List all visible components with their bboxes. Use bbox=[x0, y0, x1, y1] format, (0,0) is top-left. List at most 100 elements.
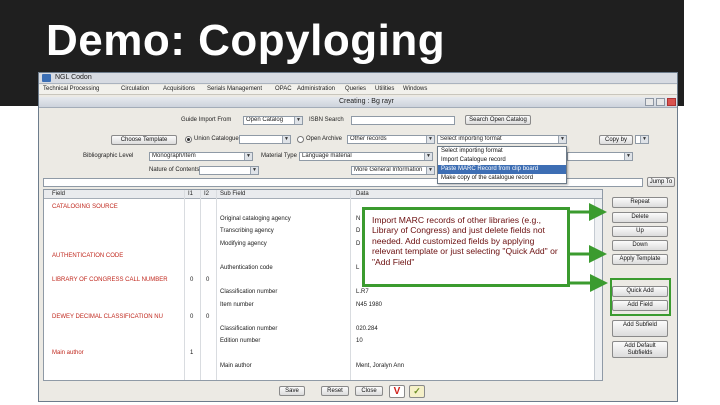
cell-data: N bbox=[356, 216, 361, 223]
header-field[interactable]: Field bbox=[52, 191, 65, 197]
menu-serials-management[interactable]: Serials Management bbox=[207, 86, 262, 92]
isbn-search-input[interactable] bbox=[351, 116, 455, 125]
bibliographic-level-label: Bibliographic Level bbox=[83, 153, 134, 159]
apply-template-button[interactable]: Apply Template bbox=[612, 254, 668, 265]
application-window: NGL Codon Technical Processing Circulati… bbox=[38, 72, 678, 402]
header-subfield[interactable]: Sub Field bbox=[220, 191, 245, 197]
chevron-down-icon: ▼ bbox=[426, 167, 434, 174]
bibliographic-level-select[interactable]: Monograph/Item ▼ bbox=[149, 152, 253, 161]
grid-header: Field I1 I2 Sub Field Data bbox=[44, 190, 602, 199]
chevron-down-icon: ▼ bbox=[294, 117, 302, 124]
table-row[interactable]: Edition number 10 bbox=[44, 336, 594, 348]
import-option-select-format[interactable]: Select importing format bbox=[438, 147, 566, 156]
checkmark-icon[interactable]: ✓ bbox=[409, 385, 425, 398]
bottom-toolbar: Save Reset Close V ✓ bbox=[39, 382, 677, 401]
copy-by-select[interactable]: ▼ bbox=[635, 135, 649, 144]
menu-technical-processing[interactable]: Technical Processing bbox=[43, 86, 99, 92]
general-information-select[interactable]: More General Information ▼ bbox=[351, 166, 435, 175]
cell-data: L bbox=[356, 265, 360, 271]
close-window-button[interactable] bbox=[667, 98, 676, 106]
table-row[interactable]: Classification number L.R7 bbox=[44, 287, 594, 299]
extra-select[interactable]: ▼ bbox=[567, 152, 633, 161]
down-button[interactable]: Down bbox=[612, 240, 668, 251]
inner-window-title: Creating : Bg rayr bbox=[339, 98, 394, 105]
validate-icon[interactable]: V bbox=[389, 385, 405, 398]
menu-utilities[interactable]: Utilities bbox=[375, 86, 394, 92]
cell-subfield: Authentication code bbox=[220, 265, 273, 271]
window-title: NGL Codon bbox=[55, 74, 92, 81]
cell-subfield: Item number bbox=[220, 301, 254, 308]
close-button[interactable]: Close bbox=[355, 386, 383, 396]
cell-i1: 0 bbox=[190, 277, 194, 284]
table-row[interactable]: Main author 1 bbox=[44, 348, 594, 360]
header-i2[interactable]: I2 bbox=[204, 191, 209, 197]
guide-import-select[interactable]: Open Catalog ▼ bbox=[243, 116, 303, 125]
table-row[interactable]: DEWEY DECIMAL CLASSIFICATION NU 0 0 bbox=[44, 312, 594, 324]
copy-by-button[interactable]: Copy by bbox=[599, 135, 633, 145]
header-i1[interactable]: I1 bbox=[188, 191, 193, 197]
cell-field: Main author bbox=[52, 350, 84, 357]
chevron-down-icon: ▼ bbox=[558, 136, 566, 143]
annotation-callout: Import MARC records of other libraries (… bbox=[362, 207, 570, 287]
union-catalogue-radio[interactable] bbox=[185, 136, 192, 143]
chevron-down-icon: ▼ bbox=[424, 153, 432, 160]
cell-subfield: Classification number bbox=[220, 326, 278, 332]
maximize-button[interactable] bbox=[656, 98, 665, 106]
open-archive-label: Open Archive bbox=[306, 136, 343, 142]
open-archive-radio[interactable] bbox=[297, 136, 304, 143]
cell-i2: 0 bbox=[206, 313, 210, 320]
menu-circulation[interactable]: Circulation bbox=[121, 86, 149, 92]
general-information-value: More General Information bbox=[354, 167, 423, 173]
material-type-value: Language material bbox=[302, 153, 352, 159]
header-data[interactable]: Data bbox=[356, 191, 369, 197]
other-records-select[interactable]: Other records ▼ bbox=[347, 135, 435, 144]
cell-data: D bbox=[356, 240, 361, 247]
up-button[interactable]: Up bbox=[612, 226, 668, 237]
table-row[interactable]: Item number N45 1980 bbox=[44, 300, 594, 312]
guide-import-label: Guide Import From bbox=[181, 117, 232, 123]
import-format-select[interactable]: Select importing format ▼ bbox=[437, 135, 567, 144]
menubar: Technical Processing Circulation Acquisi… bbox=[39, 85, 677, 95]
chevron-down-icon: ▼ bbox=[282, 136, 290, 143]
import-option-make-copy[interactable]: Make copy of the catalogue record bbox=[438, 174, 566, 183]
save-button[interactable]: Save bbox=[279, 386, 305, 396]
import-option-import-catalogue[interactable]: Import Catalogue record bbox=[438, 156, 566, 165]
isbn-search-label: ISBN Search bbox=[309, 117, 344, 123]
slide-title: Demo: Copyloging bbox=[46, 16, 446, 65]
menu-queries[interactable]: Queries bbox=[345, 86, 366, 92]
jump-to-button[interactable]: Jump To bbox=[647, 177, 675, 187]
repeat-button[interactable]: Repeat bbox=[612, 197, 668, 208]
table-row[interactable]: Classification number 020.284 bbox=[44, 324, 594, 336]
cell-subfield: Transcribing agency bbox=[220, 228, 274, 235]
import-option-paste-marc[interactable]: Paste MARC Record from clip board bbox=[438, 165, 566, 174]
minimize-button[interactable] bbox=[645, 98, 654, 106]
cell-subfield: Modifying agency bbox=[220, 240, 267, 247]
chevron-down-icon: ▼ bbox=[426, 136, 434, 143]
menu-administration[interactable]: Administration bbox=[297, 86, 335, 92]
cell-i2: 0 bbox=[206, 277, 210, 284]
chevron-down-icon: ▼ bbox=[250, 167, 258, 174]
choose-template-button[interactable]: Choose Template bbox=[111, 135, 177, 145]
menu-acquisitions[interactable]: Acquisitions bbox=[163, 86, 195, 92]
delete-button[interactable]: Delete bbox=[612, 212, 668, 223]
menu-opac[interactable]: OPAC bbox=[275, 86, 292, 92]
chevron-down-icon: ▼ bbox=[624, 153, 632, 160]
grid-scrollbar[interactable] bbox=[594, 199, 602, 380]
add-subfield-button[interactable]: Add Subfield bbox=[612, 320, 668, 337]
import-format-dropdown: Select importing format Import Catalogue… bbox=[437, 146, 567, 184]
guide-import-value: Open Catalog bbox=[246, 117, 284, 123]
menu-windows[interactable]: Windows bbox=[403, 86, 427, 92]
other-records-value: Other records bbox=[350, 136, 387, 142]
table-row[interactable]: Main author Ment, Joralyn Ann bbox=[44, 361, 594, 373]
app-logo-icon bbox=[42, 74, 51, 82]
material-type-select[interactable]: Language material ▼ bbox=[299, 152, 433, 161]
union-catalogue-select[interactable]: ▼ bbox=[239, 135, 291, 144]
chevron-down-icon: ▼ bbox=[244, 153, 252, 160]
cell-field: DEWEY DECIMAL CLASSIFICATION NU bbox=[52, 313, 163, 320]
add-default-subfields-button[interactable]: Add Default Subfields bbox=[612, 341, 668, 358]
chevron-down-icon: ▼ bbox=[640, 136, 648, 143]
search-open-catalog-button[interactable]: Search Open Catalog bbox=[465, 115, 531, 125]
nature-of-contents-select[interactable]: ▼ bbox=[199, 166, 259, 175]
reset-button[interactable]: Reset bbox=[321, 386, 349, 396]
cell-subfield: Main author bbox=[220, 362, 252, 369]
